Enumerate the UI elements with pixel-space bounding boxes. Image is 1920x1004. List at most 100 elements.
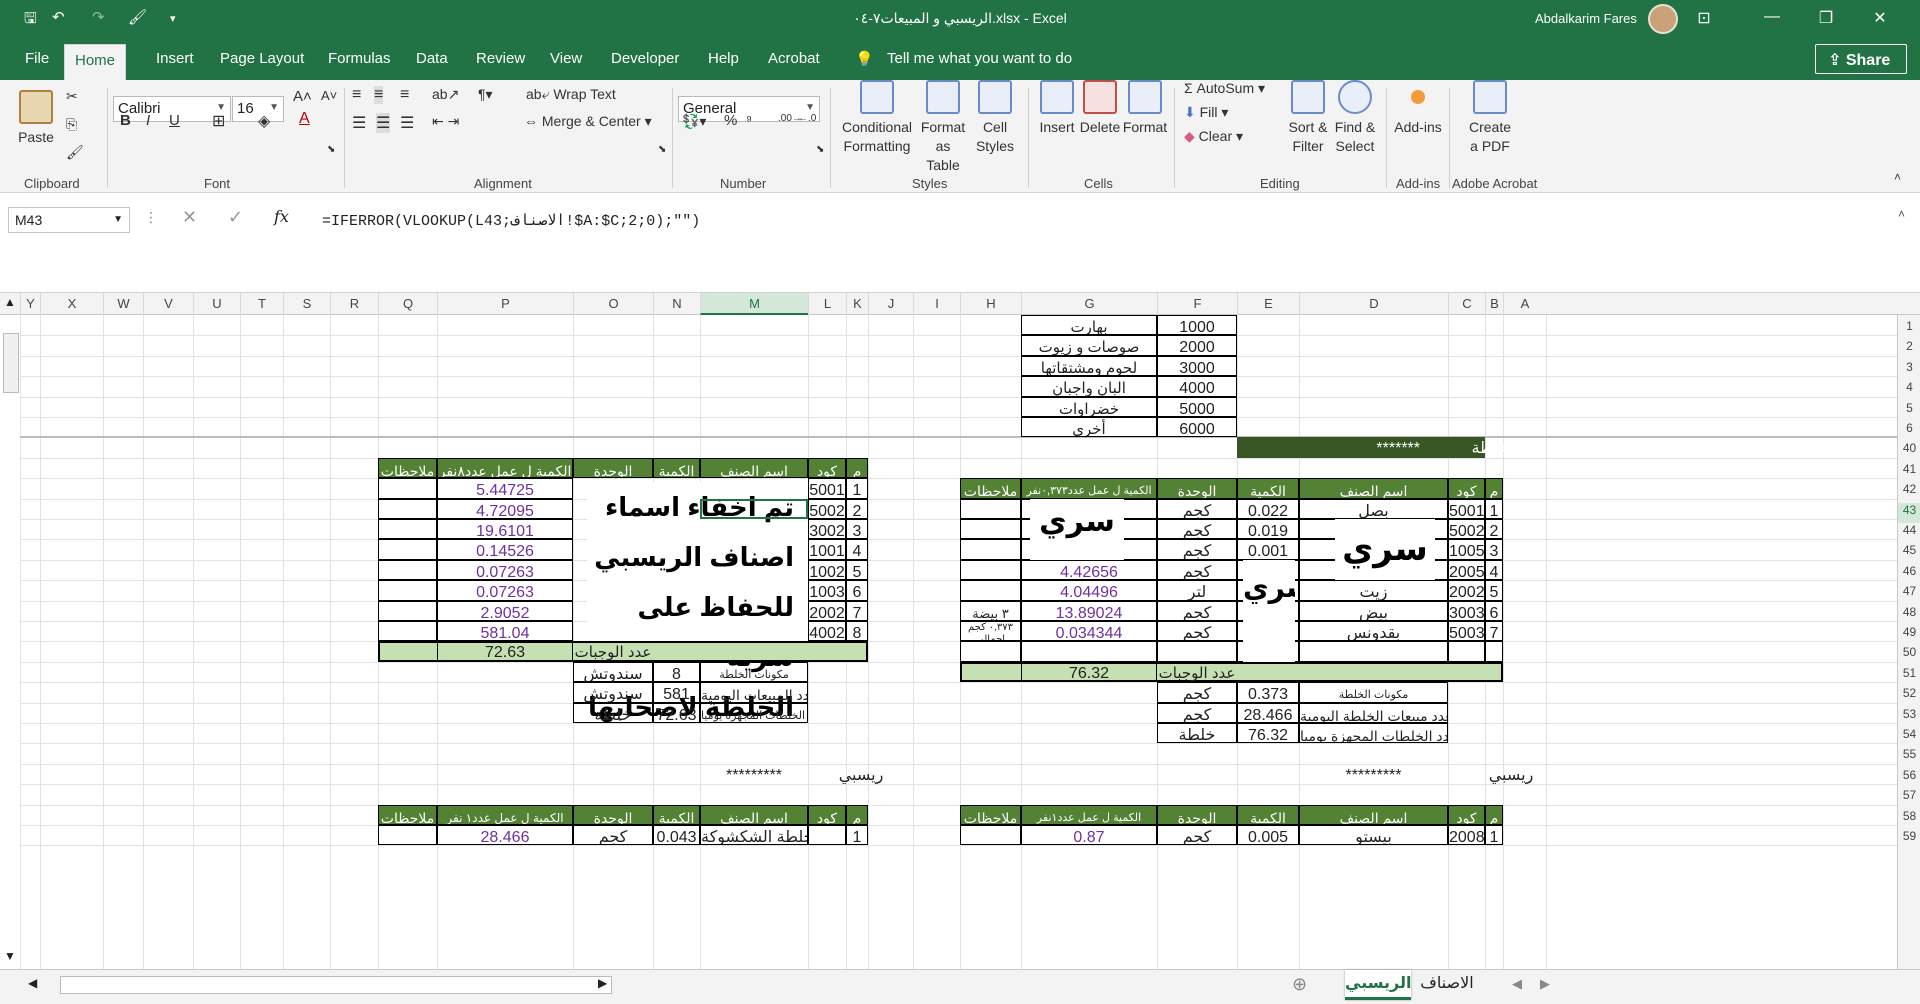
column-header-e[interactable]: E xyxy=(1237,293,1299,315)
mix-label[interactable]: خلطة xyxy=(1446,437,1534,457)
wrap-text-button[interactable]: ab⤶ Wrap Text xyxy=(526,86,616,103)
row-header-1[interactable]: 1 xyxy=(1898,319,1920,339)
ribbon-display-icon[interactable]: ⊡ xyxy=(1684,8,1724,28)
left-table-cell[interactable]: 5002 xyxy=(808,498,846,519)
restore-icon[interactable]: ❐ xyxy=(1806,8,1846,28)
right-table-cell[interactable]: 6 xyxy=(1485,600,1503,621)
left-summary-unit[interactable]: سندوتش xyxy=(573,682,653,703)
left-table-cell[interactable] xyxy=(378,478,437,499)
bottom-right-header[interactable]: الكمية ل عمل عدد١نفر xyxy=(1021,804,1157,825)
recipe-left-label[interactable]: ريسبي xyxy=(836,764,886,784)
row-header-44[interactable]: 44 xyxy=(1898,523,1920,543)
left-table-cell[interactable]: 0.07263 xyxy=(437,580,573,601)
left-summary-unit[interactable]: خلطة xyxy=(573,702,653,723)
column-header-o[interactable]: O xyxy=(573,293,653,315)
delete-cells-button[interactable]: Delete xyxy=(1078,80,1122,137)
bottom-right-cell[interactable]: 0.005 xyxy=(1237,825,1299,846)
right-summary-label[interactable]: عدد الخلطات المجهزة يوميا xyxy=(1299,723,1448,744)
tab-home[interactable]: Home xyxy=(64,44,127,80)
dialog-launcher-icon[interactable]: ⬊ xyxy=(658,144,666,155)
left-table-cell[interactable]: 1001 xyxy=(808,539,846,560)
right-table-cell[interactable] xyxy=(960,559,1021,581)
scroll-down-icon[interactable]: ▼ xyxy=(4,949,16,963)
insert-function-icon[interactable]: fx xyxy=(274,207,289,226)
tab-view[interactable]: View xyxy=(550,50,582,67)
left-summary-label[interactable]: مكونات الخلطة xyxy=(700,661,808,683)
left-table-header[interactable]: الوحدة xyxy=(573,457,653,479)
bottom-right-cell[interactable] xyxy=(960,825,1021,846)
right-table-cell[interactable]: 5001 xyxy=(1448,498,1485,519)
category-code-cell[interactable]: 1000 xyxy=(1157,315,1237,336)
right-table-cell[interactable]: 4.04496 xyxy=(1021,580,1157,601)
tab-insert[interactable]: Insert xyxy=(156,50,194,67)
column-header-m[interactable]: M xyxy=(700,293,808,315)
column-header-c[interactable]: C xyxy=(1448,293,1485,315)
column-header-w[interactable]: W xyxy=(103,293,143,315)
right-table-cell[interactable]: بقدونس xyxy=(1299,621,1448,642)
tab-data[interactable]: Data xyxy=(416,50,448,67)
next-sheet-icon[interactable]: ▶ xyxy=(1540,976,1550,992)
dialog-launcher-icon[interactable]: ⬊ xyxy=(816,144,824,155)
bottom-left-cell[interactable]: كجم xyxy=(573,825,653,846)
bottom-right-cell[interactable]: 1 xyxy=(1485,825,1503,846)
right-table-blank[interactable] xyxy=(1299,641,1448,662)
right-table-blank[interactable] xyxy=(1021,641,1157,662)
column-header-q[interactable]: Q xyxy=(378,293,437,315)
right-table-cell[interactable]: 2002 xyxy=(1448,580,1485,601)
active-cell-outline[interactable] xyxy=(700,498,808,519)
column-header-a[interactable]: A xyxy=(1503,293,1546,315)
row-header-56[interactable]: 56 xyxy=(1898,768,1920,788)
category-code-cell[interactable]: 5000 xyxy=(1157,396,1237,417)
row-header-46[interactable]: 46 xyxy=(1898,564,1920,584)
secret-overlay[interactable]: سري xyxy=(1335,519,1435,581)
right-table-cell[interactable]: 3003 xyxy=(1448,600,1485,621)
sheet-tab-recipe[interactable]: الريسبي xyxy=(1345,970,1411,1000)
right-table-cell[interactable]: 7 xyxy=(1485,621,1503,642)
left-summary-value[interactable]: 72.63 xyxy=(653,702,700,723)
cancel-icon[interactable]: ✕ xyxy=(182,207,197,228)
left-table-cell[interactable] xyxy=(378,498,437,519)
horizontal-scrollbar-thumb[interactable] xyxy=(60,976,612,994)
right-summary-value[interactable]: 0.373 xyxy=(1237,682,1299,703)
left-table-cell[interactable]: 1 xyxy=(846,478,868,499)
bottom-left-cell[interactable] xyxy=(378,825,437,846)
align-bottom-icon[interactable]: ≡ xyxy=(400,86,409,104)
left-summary-unit[interactable]: سندوتش xyxy=(573,661,653,683)
row-header-49[interactable]: 49 xyxy=(1898,625,1920,645)
row-header-47[interactable]: 47 xyxy=(1898,584,1920,604)
left-meals-value[interactable]: 72.63 xyxy=(437,641,573,662)
column-header-l[interactable]: L xyxy=(808,293,846,315)
right-table-cell[interactable]: 0.022 xyxy=(1237,498,1299,519)
right-table-header[interactable]: الوحدة xyxy=(1157,478,1237,499)
row-header-5[interactable]: 5 xyxy=(1898,401,1920,421)
right-table-cell[interactable]: 0.001 xyxy=(1237,539,1299,560)
decrease-font-icon[interactable]: A˅ xyxy=(321,88,337,103)
category-code-cell[interactable]: 6000 xyxy=(1157,417,1237,438)
left-table-cell[interactable]: 5001 xyxy=(808,478,846,499)
column-header-y[interactable]: Y xyxy=(20,293,40,315)
right-summary-value[interactable]: 28.466 xyxy=(1237,702,1299,723)
right-table-header[interactable]: الكمية xyxy=(1237,478,1299,499)
cell-styles-button[interactable]: Cell Styles xyxy=(972,80,1018,156)
right-table-cell[interactable]: 0.019 xyxy=(1237,519,1299,540)
row-header-6[interactable]: 6 xyxy=(1898,421,1920,441)
row-header-57[interactable]: 57 xyxy=(1898,788,1920,808)
right-table-cell[interactable]: بصل xyxy=(1299,498,1448,519)
right-table-cell[interactable]: كجم xyxy=(1157,519,1237,540)
left-table-cell[interactable]: 5.44725 xyxy=(437,478,573,499)
left-table-cell[interactable] xyxy=(378,539,437,560)
avatar[interactable] xyxy=(1648,4,1678,34)
add-ins-button[interactable]: Add-ins xyxy=(1392,80,1444,137)
find-select-button[interactable]: Find & Select xyxy=(1332,80,1378,156)
cut-icon[interactable]: ✂ xyxy=(66,88,78,105)
underline-button[interactable]: U xyxy=(169,112,180,129)
right-table-cell[interactable]: كجم xyxy=(1157,559,1237,581)
left-table-cell[interactable]: 7 xyxy=(846,600,868,621)
expand-formula-icon[interactable]: ˄ xyxy=(1898,207,1905,221)
bottom-left-header[interactable]: ملاحظات xyxy=(378,804,437,825)
row-header-59[interactable]: 59 xyxy=(1898,829,1920,849)
tab-help[interactable]: Help xyxy=(708,50,739,67)
category-name-cell[interactable]: أخرى xyxy=(1021,417,1157,438)
right-meals-label[interactable]: عدد الوجبات xyxy=(1157,662,1237,682)
left-table-cell[interactable] xyxy=(378,519,437,540)
